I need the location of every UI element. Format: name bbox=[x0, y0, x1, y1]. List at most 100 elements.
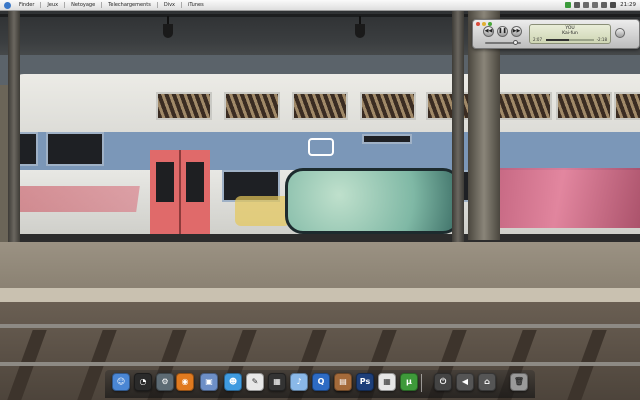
dock-glyph: ▦ bbox=[383, 377, 391, 386]
train-window bbox=[46, 132, 104, 166]
menu-item-finder[interactable]: Finder bbox=[19, 2, 34, 8]
rail bbox=[0, 362, 640, 366]
roof-beam bbox=[0, 14, 640, 17]
graffiti bbox=[500, 168, 640, 228]
itunes-icon[interactable]: ♪ bbox=[290, 373, 308, 391]
graffiti bbox=[285, 168, 461, 234]
ceiling-lamp bbox=[355, 16, 365, 38]
menu-bar-clock[interactable]: 21:29 bbox=[620, 2, 636, 8]
trash-icon[interactable]: 🗑 bbox=[510, 373, 528, 391]
menu-item-telechargements[interactable]: Telechargements bbox=[108, 2, 151, 8]
system-preferences-icon[interactable]: ⚙ bbox=[156, 373, 174, 391]
dock-glyph: ⌂ bbox=[484, 377, 490, 386]
previous-track-button[interactable]: ◀◀ bbox=[483, 26, 494, 37]
graffiti bbox=[235, 196, 290, 226]
train-window bbox=[360, 92, 416, 120]
menu-separator bbox=[101, 2, 103, 8]
dock-glyph: ▤ bbox=[339, 377, 347, 386]
track-artist: Kai-fun bbox=[562, 31, 578, 36]
wifi-icon[interactable] bbox=[592, 2, 599, 8]
menu-item-itunes[interactable]: iTunes bbox=[188, 2, 204, 8]
close-icon[interactable] bbox=[476, 22, 480, 26]
dock-glyph: ◉ bbox=[181, 377, 189, 386]
platform bbox=[0, 242, 640, 290]
photoshop-icon[interactable]: Ps bbox=[356, 373, 374, 391]
dock-glyph: Q bbox=[317, 377, 325, 386]
script-status-icon[interactable] bbox=[574, 2, 581, 8]
dock-glyph: ✎ bbox=[251, 377, 259, 386]
back-icon[interactable]: ◀ bbox=[456, 373, 474, 391]
menu-bar: Finder Jeux Netoyage Telechargements Div… bbox=[0, 0, 640, 11]
dock-glyph: µ bbox=[406, 377, 412, 386]
dock-glyph: ▦ bbox=[273, 377, 281, 386]
volume-icon[interactable] bbox=[601, 2, 608, 8]
minimize-icon[interactable] bbox=[482, 22, 486, 26]
volume-slider-knob[interactable] bbox=[513, 40, 518, 45]
remaining-time: -2:18 bbox=[596, 37, 607, 42]
train-sign bbox=[362, 134, 412, 144]
menu-bar-status: 21:29 bbox=[562, 0, 636, 10]
menu-separator bbox=[64, 2, 66, 8]
platform-edge bbox=[0, 288, 640, 302]
station-pillar bbox=[452, 10, 464, 248]
train-window bbox=[292, 92, 348, 120]
preview-icon[interactable]: ▣ bbox=[200, 373, 218, 391]
menu-item-netoyage[interactable]: Netoyage bbox=[71, 2, 95, 8]
now-playing-display: YOU Kai-fun 2:07 -2:18 bbox=[529, 24, 611, 44]
dock-separator bbox=[421, 374, 422, 392]
dock-glyph: Ps bbox=[359, 377, 371, 386]
firefox-icon[interactable]: ◉ bbox=[176, 373, 194, 391]
utorrent-status-icon[interactable] bbox=[565, 2, 572, 8]
pause-icon: ❚❚ bbox=[498, 28, 507, 34]
dock-glyph: 🗑 bbox=[513, 377, 525, 386]
calendar-icon[interactable]: ▦ bbox=[378, 373, 396, 391]
rewind-icon: ◀◀ bbox=[484, 28, 493, 34]
elapsed-time: 2:07 bbox=[533, 37, 542, 42]
track-progress-fill bbox=[546, 39, 570, 41]
utorrent-icon[interactable]: µ bbox=[400, 373, 418, 391]
train-window bbox=[156, 92, 212, 120]
graffiti bbox=[16, 186, 140, 212]
dock-glyph: ◔ bbox=[139, 377, 147, 386]
ichat-icon[interactable]: ☻ bbox=[224, 373, 242, 391]
dock-glyph: ◀ bbox=[461, 377, 469, 386]
quicktime-icon[interactable]: Q bbox=[312, 373, 330, 391]
play-pause-button[interactable]: ❚❚ bbox=[497, 26, 508, 37]
dock-glyph: ⏻ bbox=[439, 377, 447, 386]
train-door-split bbox=[179, 150, 181, 236]
menu-separator bbox=[181, 2, 182, 8]
cd-logo bbox=[308, 138, 334, 156]
textedit-icon[interactable]: ✎ bbox=[246, 373, 264, 391]
menu-item-jeux[interactable]: Jeux bbox=[47, 2, 58, 8]
next-track-button[interactable]: ▶▶ bbox=[511, 26, 522, 37]
rail bbox=[0, 324, 640, 328]
track-progress-bar[interactable] bbox=[546, 39, 594, 41]
menu-item-divx[interactable]: Divx bbox=[164, 2, 175, 8]
train bbox=[10, 74, 640, 244]
fast-forward-icon: ▶▶ bbox=[512, 28, 521, 34]
desktop-wallpaper bbox=[0, 0, 640, 400]
dock-glyph: ⚙ bbox=[161, 377, 169, 386]
dock-glyph: ♪ bbox=[296, 377, 302, 386]
dock-glyph: ☺ bbox=[116, 377, 126, 386]
bluetooth-icon[interactable] bbox=[583, 2, 590, 8]
dock-glyph: ☻ bbox=[228, 377, 238, 386]
train-window bbox=[614, 92, 640, 120]
itunes-mini-player: ◀◀ ❚❚ ▶▶ YOU Kai-fun 2:07 -2:18 bbox=[472, 19, 640, 49]
station-pillar bbox=[8, 10, 20, 248]
photo-icon[interactable]: ▤ bbox=[334, 373, 352, 391]
shutdown-icon[interactable]: ⏻ bbox=[434, 373, 452, 391]
apple-menu-icon[interactable] bbox=[4, 1, 11, 9]
dashboard-icon[interactable]: ◔ bbox=[134, 373, 152, 391]
train-window bbox=[556, 92, 612, 120]
finder-icon[interactable]: ☺ bbox=[112, 373, 130, 391]
menu-bar-items: Finder Jeux Netoyage Telechargements Div… bbox=[4, 0, 210, 10]
menu-separator bbox=[156, 2, 158, 8]
clapperboard-icon[interactable]: ▦ bbox=[268, 373, 286, 391]
battery-icon[interactable] bbox=[610, 2, 617, 8]
snapback-icon[interactable] bbox=[615, 28, 625, 38]
home-icon[interactable]: ⌂ bbox=[478, 373, 496, 391]
train-window bbox=[224, 92, 280, 120]
ceiling-lamp bbox=[163, 16, 173, 38]
menu-separator bbox=[40, 2, 42, 8]
